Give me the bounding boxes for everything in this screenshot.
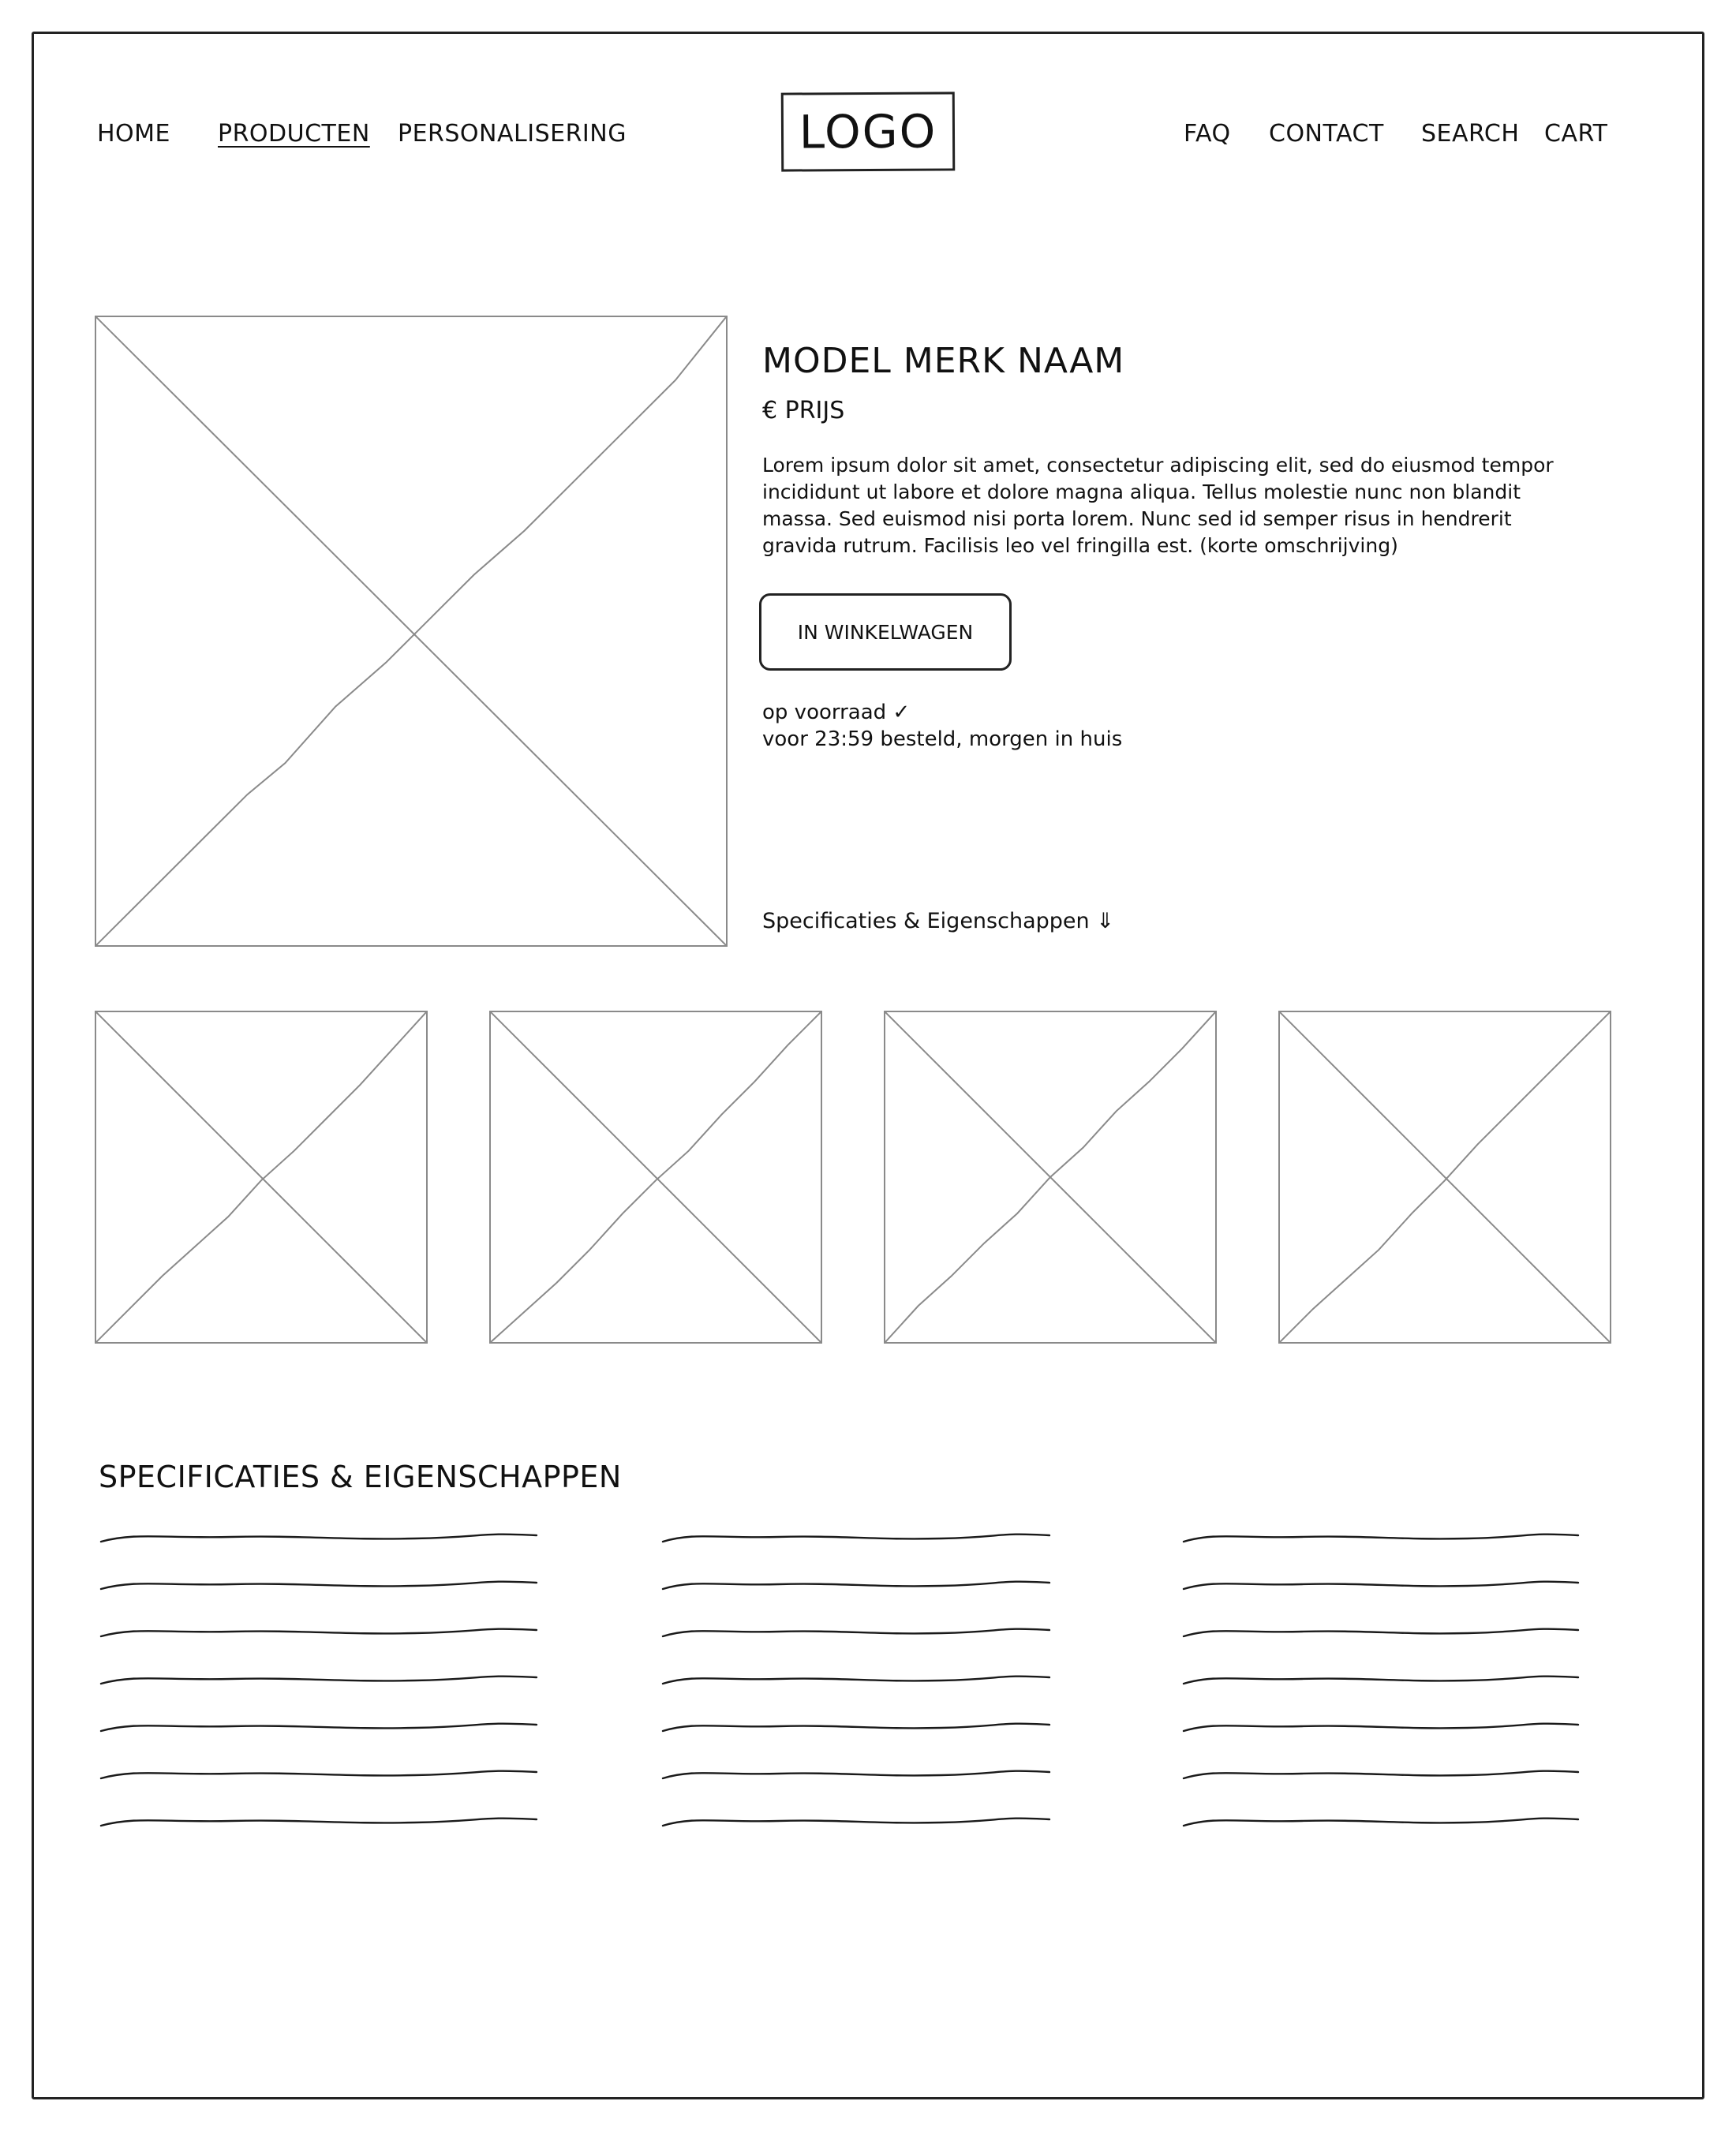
- nav-home[interactable]: HOME: [97, 120, 170, 148]
- product-description: Lorem ipsum dolor sit amet, consectetur …: [762, 454, 1554, 557]
- logo[interactable]: LOGO: [780, 92, 956, 172]
- specs-anchor-link[interactable]: Specificaties & Eigenschappen ⇓: [762, 909, 1114, 933]
- stock-status: op voorraad ✓: [762, 701, 911, 724]
- nav-personalisering[interactable]: PERSONALISERING: [398, 120, 627, 148]
- product-thumbnail-4[interactable]: [1278, 1011, 1611, 1344]
- product-main-image[interactable]: [95, 316, 728, 947]
- specs-heading: SPECIFICATIES & EIGENSCHAPPEN: [99, 1460, 622, 1494]
- add-to-cart-button[interactable]: IN WINKELWAGEN: [759, 593, 1012, 671]
- nav-producten[interactable]: PRODUCTEN: [218, 120, 370, 148]
- stock-info: op voorraad ✓ voor 23:59 besteld, morgen…: [762, 699, 1122, 753]
- nav-contact[interactable]: CONTACT: [1269, 120, 1384, 148]
- product-thumbnail-2[interactable]: [489, 1011, 822, 1344]
- nav-cart[interactable]: CART: [1544, 120, 1607, 148]
- delivery-info: voor 23:59 besteld, morgen in huis: [762, 727, 1123, 751]
- nav-search[interactable]: SEARCH: [1421, 120, 1519, 148]
- image-placeholder-icon: [1280, 1012, 1610, 1342]
- product-thumbnail-3[interactable]: [884, 1011, 1217, 1344]
- image-placeholder-icon: [491, 1012, 821, 1342]
- image-placeholder-icon: [885, 1012, 1215, 1342]
- product-thumbnail-1[interactable]: [95, 1011, 428, 1344]
- nav-faq[interactable]: FAQ: [1184, 120, 1231, 148]
- image-placeholder-icon: [96, 317, 726, 945]
- image-placeholder-icon: [96, 1012, 426, 1342]
- product-price: € PRIJS: [762, 397, 845, 424]
- product-title: MODEL MERK NAAM: [762, 341, 1125, 381]
